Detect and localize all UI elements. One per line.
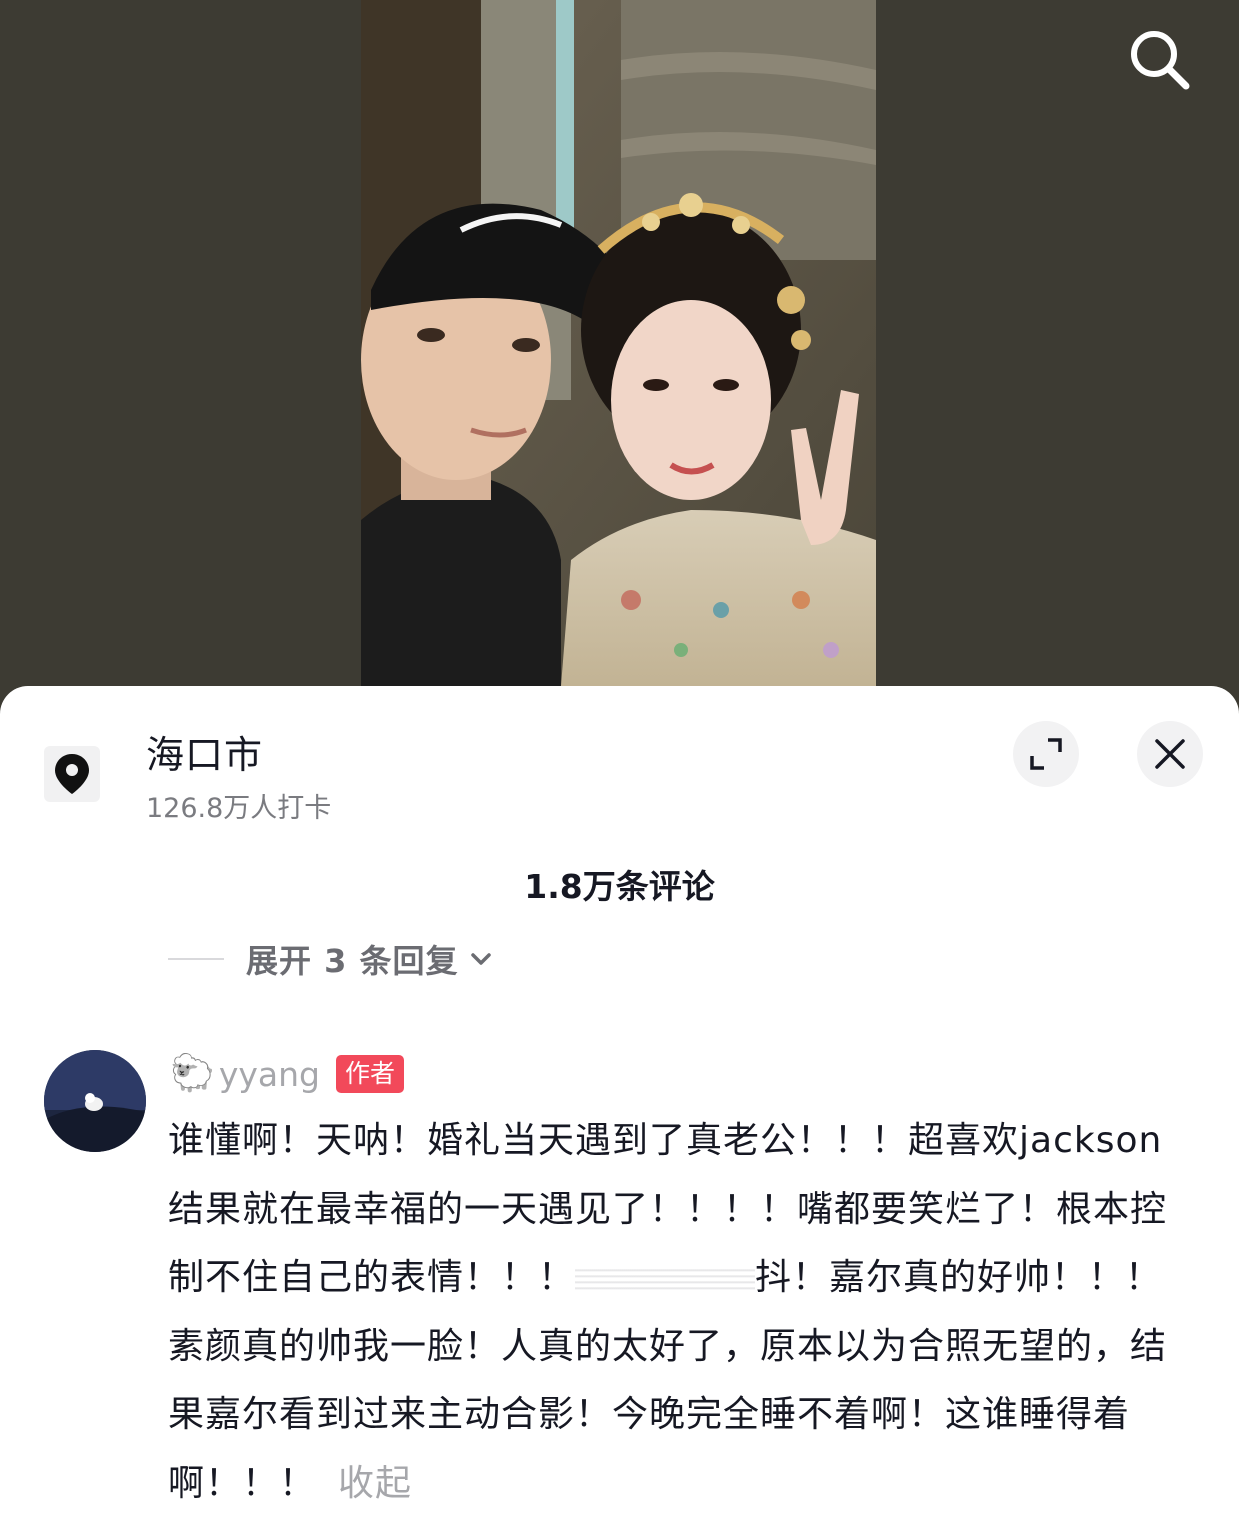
video-still <box>361 0 876 686</box>
close-icon <box>1155 739 1185 769</box>
video-player[interactable] <box>361 0 876 686</box>
replies-divider <box>168 958 224 960</box>
expand-replies-button[interactable]: 展开 3 条回复 <box>168 938 495 980</box>
avatar[interactable] <box>44 1050 146 1152</box>
search-icon <box>1131 31 1190 90</box>
location-name[interactable]: 海口市 <box>146 724 263 779</box>
author-badge: 作者 <box>335 1055 404 1093</box>
close-button[interactable] <box>1137 721 1203 787</box>
location-icon-box[interactable] <box>44 746 100 802</box>
search-button[interactable] <box>1124 24 1196 96</box>
chevron-down-icon <box>470 953 491 965</box>
redacted-text <box>575 1266 756 1292</box>
comment-count-title: 1.8万条评论 <box>524 867 715 906</box>
comment-header: 🐑 yyang 作者 <box>170 1050 404 1098</box>
expand-replies-label: 展开 3 条回复 <box>246 942 459 980</box>
collapse-link[interactable]: 收起 <box>338 1463 412 1504</box>
avatar-image <box>44 1050 146 1152</box>
comment-username[interactable]: yyang <box>219 1055 320 1094</box>
expand-button[interactable] <box>1013 721 1079 787</box>
location-checkins: 126.8万人打卡 <box>146 793 332 824</box>
app-viewport: 海口市 126.8万人打卡 1.8万条评论 展开 3 条回复 🐑 yyang 作… <box>0 0 1239 1515</box>
location-pin-icon <box>55 754 89 794</box>
user-emoji: 🐑 <box>170 1053 215 1094</box>
comments-sheet: 海口市 126.8万人打卡 1.8万条评论 展开 3 条回复 🐑 yyang 作… <box>0 686 1239 1515</box>
comment-body: 谁懂啊！天呐！婚礼当天遇到了真老公！！！超喜欢jackson 结果就在最幸福的一… <box>168 1107 1198 1515</box>
expand-icon <box>1030 738 1062 770</box>
